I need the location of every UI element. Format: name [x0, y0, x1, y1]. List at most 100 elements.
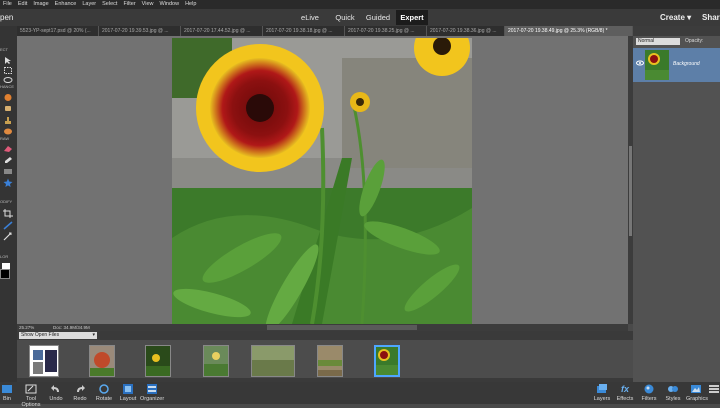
panel-tab-strip — [633, 26, 720, 36]
menu-enhance[interactable]: Enhance — [52, 0, 80, 9]
layout-icon — [123, 384, 133, 394]
styles-label: Styles — [665, 396, 681, 402]
menu-file[interactable]: File — [0, 0, 15, 9]
layer-thumbnail — [645, 50, 669, 80]
photo-bin-icon — [2, 385, 12, 393]
graphics-button[interactable]: Graphics — [686, 383, 709, 402]
mode-bar: pen eLive Quick Guided Expert Create ▾ S… — [0, 9, 720, 26]
gradient-tool-icon[interactable] — [3, 167, 13, 176]
share-button[interactable]: Share — [702, 9, 720, 26]
menu-filter[interactable]: Filter — [120, 0, 138, 9]
graphics-label: Graphics — [686, 396, 709, 402]
layers-button[interactable]: Layers — [593, 383, 611, 402]
tools-panel: ECT HANCE RAW ODIFY LOR — [0, 26, 17, 382]
doc-tab-active[interactable]: 2017-07-20 19.38.49.jpg @ 25.3% (RGB/8) … — [505, 26, 633, 36]
move-tool-icon[interactable] — [3, 56, 13, 65]
layers-panel: Normal Opacity: Background — [633, 26, 720, 382]
scroll-thumb[interactable] — [629, 146, 632, 236]
status-bar: 25.27% Doc: 34.9M/34.9M — [17, 324, 628, 331]
bin-thumbnail[interactable] — [203, 345, 229, 377]
visibility-eye-icon[interactable] — [636, 60, 644, 66]
bin-thumbnail-selected[interactable] — [374, 345, 400, 377]
menu-bar: File Edit Image Enhance Layer Select Filter Vie… — [0, 0, 720, 9]
tab-guided[interactable]: Guided — [362, 10, 394, 25]
more-button[interactable] — [708, 383, 720, 396]
bin-thumbnail[interactable] — [251, 345, 295, 377]
straighten-tool-icon[interactable] — [3, 221, 13, 230]
clone-stamp-icon[interactable] — [3, 116, 13, 125]
zoom-readout[interactable]: 25.27% — [19, 324, 34, 331]
document-tabs: 5523-YP-sept17.psd @ 20% (... 2017-07-20… — [17, 26, 633, 36]
menu-window[interactable]: Window — [157, 0, 183, 9]
horizontal-scrollbar[interactable] — [267, 325, 417, 330]
undo-button[interactable]: Undo — [48, 383, 64, 402]
opacity-label: Opacity: — [685, 38, 704, 44]
graphics-icon — [691, 385, 701, 393]
styles-button[interactable]: Styles — [664, 383, 682, 402]
undo-icon — [51, 385, 59, 392]
menu-layer[interactable]: Layer — [79, 0, 99, 9]
tool-options-icon — [25, 384, 37, 394]
layers-label: Layers — [593, 396, 611, 402]
menu-help[interactable]: Help — [182, 0, 199, 9]
blend-mode-dropdown[interactable]: Normal — [636, 38, 680, 45]
menu-view[interactable]: View — [139, 0, 157, 9]
doc-tab[interactable]: 2017-07-20 19.38.36.jpg @ ... — [427, 26, 505, 36]
doc-tab[interactable]: 2017-07-20 19.38.18.jpg @ ... — [263, 26, 345, 36]
filters-button[interactable]: Filters — [640, 383, 658, 402]
foreground-color-swatch[interactable] — [0, 269, 10, 279]
redo-icon — [77, 385, 85, 392]
show-open-files-dropdown[interactable]: Show Open Files ▾ — [19, 332, 97, 339]
layout-label: Layout — [119, 396, 137, 402]
content-move-icon[interactable] — [3, 232, 13, 241]
bin-thumbnail[interactable] — [145, 345, 171, 377]
eraser-tool-icon[interactable] — [3, 144, 13, 153]
tab-expert[interactable]: Expert — [396, 10, 428, 25]
rotate-button[interactable]: Rotate — [95, 383, 113, 402]
photo-image — [172, 38, 472, 324]
section-select-label: ECT — [0, 47, 8, 52]
redo-label: Redo — [73, 396, 87, 402]
doc-tab[interactable]: 5523-YP-sept17.psd @ 20% (... — [17, 26, 99, 36]
effects-icon: fx — [620, 384, 629, 394]
menu-select[interactable]: Select — [99, 0, 120, 9]
create-button[interactable]: Create ▾ — [660, 9, 691, 26]
layer-row-background[interactable]: Background — [633, 48, 720, 82]
effects-button[interactable]: fx Effects — [616, 383, 634, 402]
tool-options-button[interactable]: Tool Options — [18, 383, 44, 408]
show-open-files-label: Show Open Files — [21, 332, 60, 338]
organizer-button[interactable]: Organizer — [140, 383, 164, 402]
tab-elive[interactable]: eLive — [290, 10, 330, 25]
rotate-label: Rotate — [95, 396, 113, 402]
crop-tool-icon[interactable] — [3, 209, 13, 218]
tab-quick[interactable]: Quick — [330, 10, 360, 25]
section-draw-label: RAW — [0, 136, 10, 141]
doc-tab[interactable]: 2017-07-20 19.38.25.jpg @ ... — [345, 26, 427, 36]
redo-button[interactable]: Redo — [72, 383, 88, 402]
photo-bin-label: Bin — [3, 396, 11, 402]
layout-button[interactable]: Layout — [119, 383, 137, 402]
custom-shape-icon[interactable] — [3, 178, 13, 187]
canvas-area[interactable] — [17, 36, 628, 324]
sponge-tool-icon[interactable] — [3, 127, 13, 136]
doc-tab[interactable]: 2017-07-20 19.39.53.jpg @ ... — [99, 26, 181, 36]
photo-bin — [17, 340, 633, 382]
organizer-icon — [147, 384, 157, 394]
healing-brush-icon[interactable] — [3, 104, 13, 113]
blend-mode-label: Normal — [638, 38, 655, 44]
doc-tab[interactable]: 2017-07-20 17.44.52.jpg @ ... — [181, 26, 263, 36]
section-enhance-label: HANCE — [0, 84, 15, 89]
bin-thumbnail[interactable] — [317, 345, 343, 377]
menu-image[interactable]: Image — [30, 0, 51, 9]
redeye-tool-icon[interactable] — [3, 93, 13, 102]
open-button[interactable]: pen — [0, 9, 13, 26]
marquee-tool-icon[interactable] — [3, 66, 13, 75]
photo-bin-button[interactable]: Bin — [0, 383, 14, 402]
menu-edit[interactable]: Edit — [15, 0, 30, 9]
bin-thumbnail[interactable] — [29, 345, 59, 377]
layer-name[interactable]: Background — [673, 61, 700, 67]
bin-thumbnail[interactable] — [89, 345, 115, 377]
create-label: Create — [660, 13, 685, 22]
brush-tool-icon[interactable] — [3, 156, 13, 165]
layers-icon — [597, 384, 607, 393]
